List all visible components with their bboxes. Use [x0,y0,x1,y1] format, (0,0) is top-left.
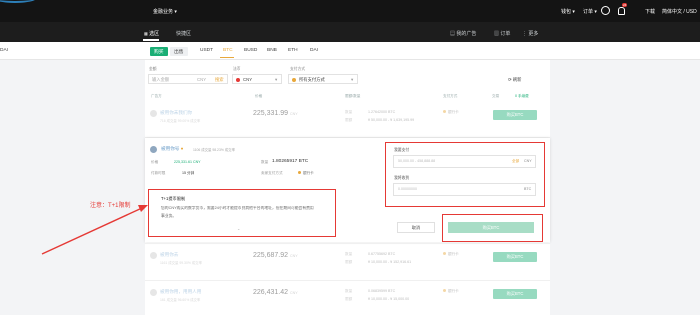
annotation-arrow-line [41,207,143,255]
annotation-arrow-head [138,205,148,212]
annotation-arrow [41,205,148,255]
